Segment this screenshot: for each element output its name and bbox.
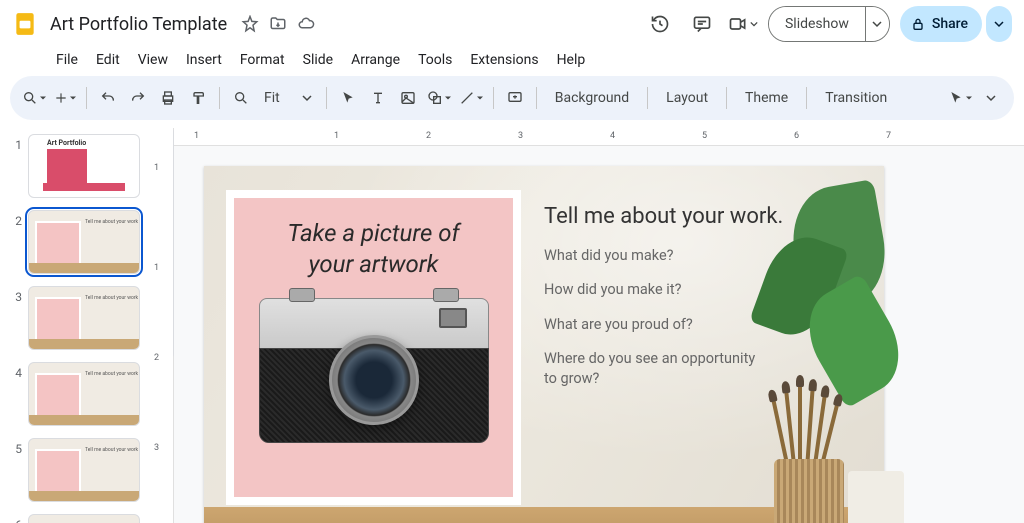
slide-thumbnail-4[interactable]: Tell me about your work xyxy=(28,362,140,426)
slide-number: 4 xyxy=(8,362,22,380)
transition-button[interactable]: Transition xyxy=(815,90,897,106)
menu-slide[interactable]: Slide xyxy=(295,48,341,72)
document-title[interactable]: Art Portfolio Template xyxy=(46,12,231,37)
slide-thumbnail-6[interactable]: Tell me about your work xyxy=(28,514,140,523)
redo-button[interactable] xyxy=(125,84,151,112)
menu-arrange[interactable]: Arrange xyxy=(343,48,408,72)
layout-button[interactable]: Layout xyxy=(656,90,718,106)
menu-file[interactable]: File xyxy=(48,48,86,72)
menu-view[interactable]: View xyxy=(130,48,176,72)
history-icon[interactable] xyxy=(644,8,676,40)
menu-format[interactable]: Format xyxy=(232,48,293,72)
toolbar-overflow[interactable] xyxy=(978,84,1004,112)
lock-icon xyxy=(910,16,926,32)
slide-thumbnail-3[interactable]: Tell me about your work xyxy=(28,286,140,350)
search-tool[interactable] xyxy=(20,84,48,112)
brush-cup-image xyxy=(774,459,844,523)
menu-edit[interactable]: Edit xyxy=(88,48,128,72)
zoom-tool[interactable] xyxy=(228,84,254,112)
plant-image xyxy=(714,156,894,416)
slide-number: 1 xyxy=(8,134,22,152)
zoom-select[interactable]: Fit xyxy=(258,90,318,106)
slide-number: 5 xyxy=(8,438,22,456)
slideshow-button-group: Slideshow xyxy=(768,6,890,42)
pink-card[interactable]: Take a picture of your artwork xyxy=(226,190,521,505)
paint-format-button[interactable] xyxy=(185,84,211,112)
background-button[interactable]: Background xyxy=(545,90,639,106)
star-icon[interactable] xyxy=(241,15,259,33)
theme-button[interactable]: Theme xyxy=(735,90,798,106)
share-label: Share xyxy=(932,16,968,32)
title-area: Art Portfolio Template xyxy=(46,12,315,37)
slide-number: 2 xyxy=(8,210,22,228)
toolbar: Fit Background Layout Theme Transition xyxy=(10,76,1014,120)
canvas-area: 1 1 2 3 1 1 2 3 4 5 6 7 xyxy=(150,128,1024,523)
slides-logo xyxy=(12,8,38,40)
undo-button[interactable] xyxy=(95,84,121,112)
cloud-icon[interactable] xyxy=(297,15,315,33)
header-bar: Art Portfolio Template Slideshow Share xyxy=(0,0,1024,48)
line-tool[interactable] xyxy=(457,84,485,112)
print-button[interactable] xyxy=(155,84,181,112)
mode-switch[interactable] xyxy=(946,84,974,112)
shape-tool[interactable] xyxy=(425,84,453,112)
slide-thumbnail-5[interactable]: Tell me about your work xyxy=(28,438,140,502)
slideshow-dropdown[interactable] xyxy=(865,7,889,41)
slide-thumbnail-2[interactable]: Tell me about your work xyxy=(28,210,140,274)
horizontal-ruler[interactable]: 1 1 2 3 4 5 6 7 xyxy=(174,128,1024,146)
share-button[interactable]: Share xyxy=(900,6,982,42)
menu-insert[interactable]: Insert xyxy=(178,48,230,72)
comment-tool[interactable] xyxy=(502,84,528,112)
slide-number: 3 xyxy=(8,286,22,304)
new-slide-button[interactable] xyxy=(52,84,78,112)
camera-image xyxy=(259,298,489,443)
workspace: 1 Art Portfolio 2 Tell me about your wor… xyxy=(0,128,1024,523)
textbox-tool[interactable] xyxy=(365,84,391,112)
image-tool[interactable] xyxy=(395,84,421,112)
menu-help[interactable]: Help xyxy=(549,48,594,72)
share-dropdown[interactable] xyxy=(986,6,1012,42)
slide-number: 6 xyxy=(8,514,22,523)
slide-canvas[interactable]: Take a picture of your artwork xyxy=(204,166,884,523)
menu-extensions[interactable]: Extensions xyxy=(462,48,546,72)
slideshow-button[interactable]: Slideshow xyxy=(769,7,865,41)
meet-icon[interactable] xyxy=(728,8,758,40)
vertical-ruler[interactable]: 1 1 2 3 xyxy=(150,128,174,523)
select-tool[interactable] xyxy=(335,84,361,112)
menu-tools[interactable]: Tools xyxy=(410,48,460,72)
comment-icon[interactable] xyxy=(686,8,718,40)
menu-bar: File Edit View Insert Format Slide Arran… xyxy=(0,48,1024,76)
thumbnail-panel[interactable]: 1 Art Portfolio 2 Tell me about your wor… xyxy=(0,128,150,523)
slide-thumbnail-1[interactable]: Art Portfolio xyxy=(28,134,140,198)
brushes-image xyxy=(772,383,842,463)
move-icon[interactable] xyxy=(269,15,287,33)
slide-viewport[interactable]: Take a picture of your artwork xyxy=(174,146,1024,523)
pink-card-title[interactable]: Take a picture of your artwork xyxy=(287,218,459,280)
plant-pot-image xyxy=(848,471,904,523)
